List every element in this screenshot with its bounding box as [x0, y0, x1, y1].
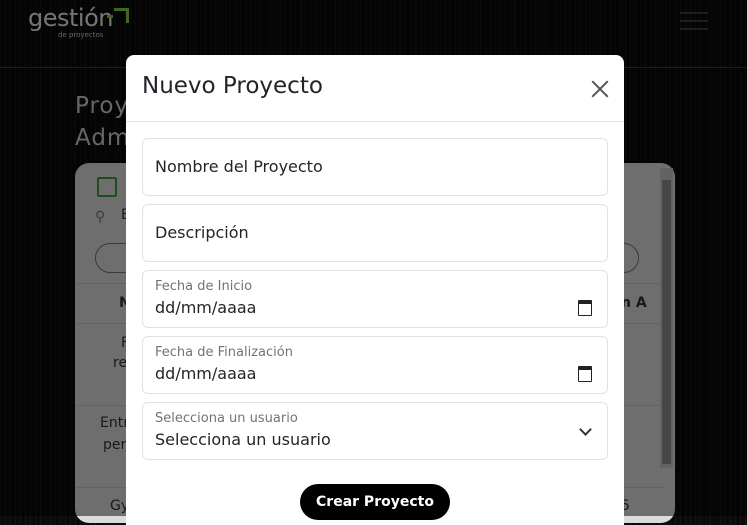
- description-placeholder: Descripción: [155, 223, 249, 242]
- project-name-placeholder: Nombre del Proyecto: [155, 157, 323, 176]
- description-input[interactable]: Descripción: [142, 204, 608, 262]
- end-date-value: dd/mm/aaaa: [155, 364, 257, 383]
- user-select-label: Selecciona un usuario: [155, 411, 298, 426]
- start-date-label: Fecha de Inicio: [155, 279, 253, 294]
- calendar-icon[interactable]: [578, 366, 592, 382]
- start-date-input[interactable]: Fecha de Inicio dd/mm/aaaa: [142, 270, 608, 328]
- end-date-input[interactable]: Fecha de Finalización dd/mm/aaaa: [142, 336, 608, 394]
- project-name-input[interactable]: Nombre del Proyecto: [142, 138, 608, 196]
- end-date-label: Fecha de Finalización: [155, 345, 293, 360]
- start-date-value: dd/mm/aaaa: [155, 298, 257, 317]
- user-select[interactable]: Selecciona un usuario Selecciona un usua…: [142, 402, 608, 460]
- user-select-value: Selecciona un usuario: [155, 430, 331, 449]
- create-project-button[interactable]: Crear Proyecto: [300, 484, 450, 520]
- close-icon[interactable]: [588, 77, 612, 101]
- modal-header: Nuevo Proyecto: [126, 55, 624, 122]
- calendar-icon[interactable]: [578, 300, 592, 316]
- modal-title: Nuevo Proyecto: [142, 73, 323, 99]
- new-project-modal: Nuevo Proyecto Nombre del Proyecto Descr…: [126, 55, 624, 525]
- chevron-down-icon[interactable]: [579, 423, 592, 436]
